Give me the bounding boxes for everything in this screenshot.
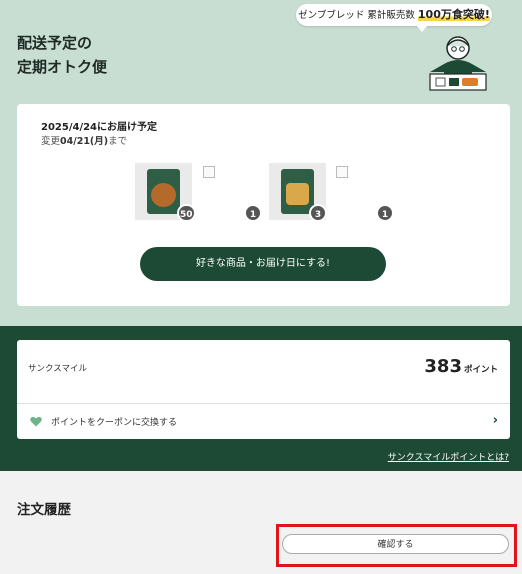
- change-suffix: まで: [108, 136, 128, 147]
- delivery-date: 2025/4/24にお届け予定: [41, 122, 158, 133]
- customize-delivery-button[interactable]: 好きな商品・お届け日にする!: [140, 247, 386, 281]
- exchange-coupon-label: ポイントをクーポンに交換する: [51, 418, 178, 428]
- broken-image-icon: [336, 166, 348, 178]
- points-unit: ポイント: [463, 365, 498, 375]
- chevron-right-icon: ›: [492, 413, 498, 428]
- title-line-1: 配送予定の: [17, 34, 93, 52]
- points-value: 383: [424, 356, 462, 377]
- points-balance: 383 ポイント: [424, 356, 498, 377]
- confirm-button[interactable]: 確認する: [282, 534, 509, 554]
- points-info-link[interactable]: サンクスマイルポイントとは?: [388, 450, 509, 463]
- change-deadline: 変更04/21(月)まで: [41, 133, 127, 147]
- delivery-card: 2025/4/24にお届け予定 変更04/21(月)まで 50 1 3 1 好き…: [17, 104, 510, 306]
- snack-package: [281, 169, 314, 214]
- exchange-coupon-row[interactable]: ポイントをクーポンに交換する ›: [17, 404, 510, 439]
- sales-speech-bubble: ゼンブブレッド 累計販売数 100万食突破!: [296, 4, 492, 32]
- points-card: サンクスマイル 383 ポイント ポイントをクーポンに交換する ›: [17, 340, 510, 439]
- broken-image-icon: [203, 166, 215, 178]
- page-title: 配送予定の 定期オトク便: [17, 31, 107, 79]
- mascot-illustration: [429, 36, 487, 91]
- title-line-2: 定期オトク便: [17, 58, 108, 76]
- heart-icon: [30, 416, 42, 427]
- order-history-title: 注文履歴: [17, 502, 71, 518]
- quantity-badge: 3: [309, 204, 327, 222]
- quantity-badge: 1: [376, 204, 394, 222]
- change-date: 04/21(月): [60, 136, 109, 147]
- bubble-highlight: 100万食突破!: [417, 8, 490, 21]
- bread-package: [147, 169, 180, 214]
- quantity-badge: 50: [177, 204, 196, 222]
- quantity-badge: 1: [244, 204, 262, 222]
- bubble-prefix: ゼンブブレッド 累計販売数: [298, 10, 418, 21]
- change-prefix: 変更: [41, 136, 61, 147]
- points-program-name: サンクスマイル: [28, 364, 87, 374]
